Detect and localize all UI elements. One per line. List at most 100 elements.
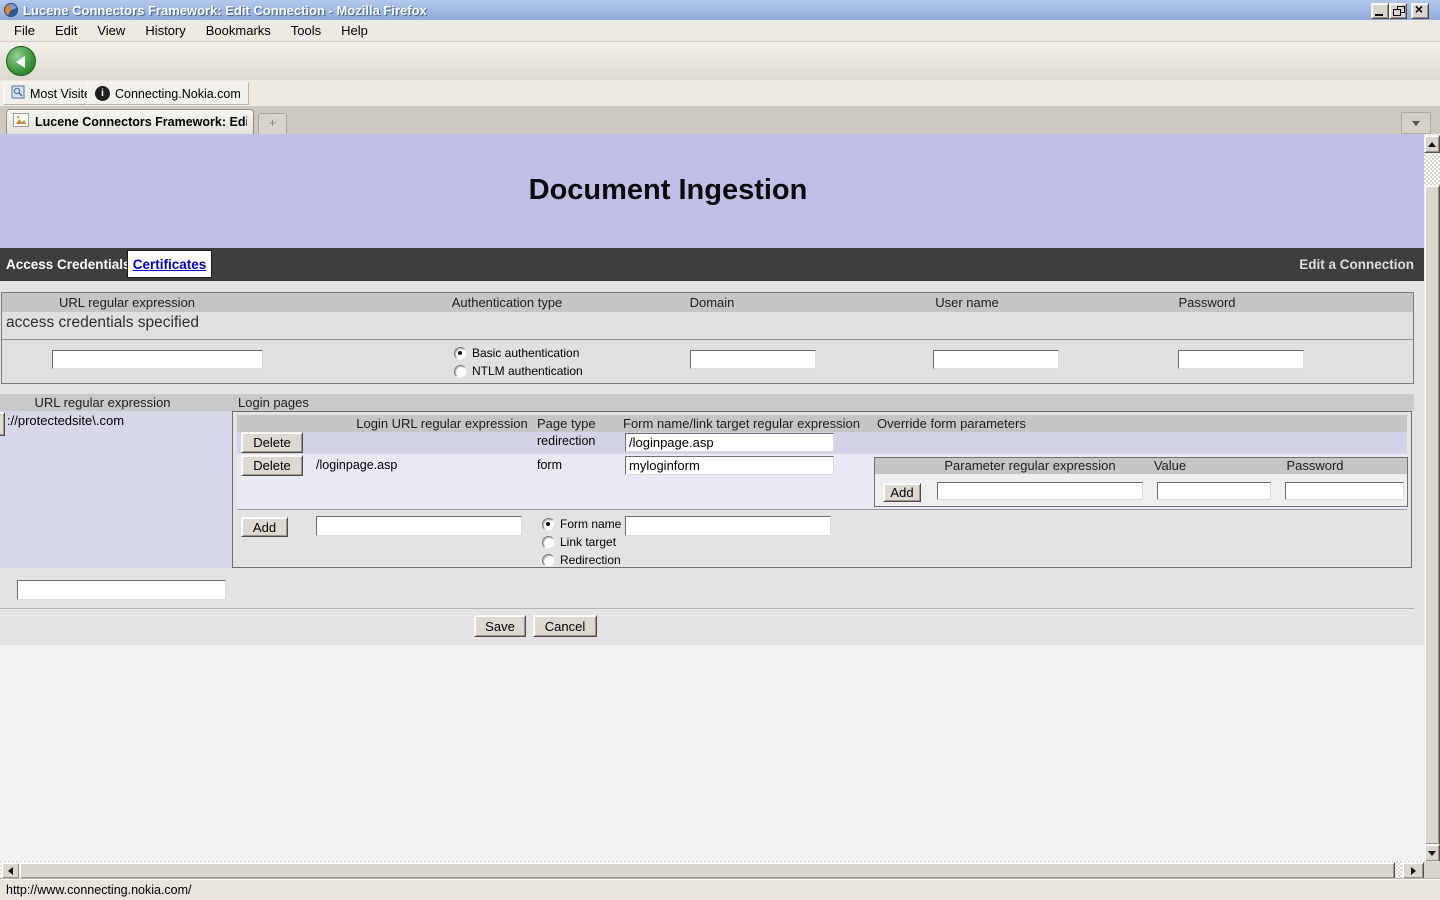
col-override-password: Password xyxy=(1265,458,1365,473)
auth-ntlm-option[interactable]: NTLM authentication xyxy=(454,362,583,380)
auth-type-radiogroup: Basic authentication NTLM authentication xyxy=(454,344,583,380)
browser-window: Lucene Connectors Framework: Edit Connec… xyxy=(0,0,1440,900)
menu-edit[interactable]: Edit xyxy=(45,21,87,40)
page-type-value: redirection xyxy=(537,434,595,448)
window-title: Lucene Connectors Framework: Edit Connec… xyxy=(23,3,427,18)
page-type-radiogroup: Form name Link target Redirection xyxy=(542,515,621,569)
tab-bar: Lucene Connectors Framework: Edit ... xyxy=(0,106,1440,135)
param-value-input[interactable] xyxy=(1157,482,1271,500)
radio-label: Form name xyxy=(560,517,621,531)
context-label: Edit a Connection xyxy=(1299,248,1414,281)
page-type-value: form xyxy=(537,458,562,472)
auth-basic-option[interactable]: Basic authentication xyxy=(454,344,583,362)
menu-view[interactable]: View xyxy=(87,21,135,40)
back-icon xyxy=(16,56,25,68)
arrow-down-icon xyxy=(1428,851,1436,856)
bookmark-label: Connecting.Nokia.com xyxy=(115,87,241,101)
login-row-redirection: Delete redirection xyxy=(237,432,1407,454)
scroll-down-button[interactable] xyxy=(1424,844,1440,862)
new-login-url-input[interactable] xyxy=(316,516,522,536)
col-user-name: User name xyxy=(882,295,1052,310)
target-regexp-input[interactable] xyxy=(625,433,834,452)
col-url-regexp: URL regular expression xyxy=(2,295,252,310)
tab-title: Lucene Connectors Framework: Edit ... xyxy=(35,115,247,129)
col-session-url-regexp: URL regular expression xyxy=(0,395,205,410)
radio-ntlm-auth[interactable] xyxy=(454,365,467,378)
col-param-regexp: Parameter regular expression xyxy=(895,458,1165,473)
scroll-right-button[interactable] xyxy=(1402,862,1424,879)
arrow-right-icon xyxy=(1411,867,1416,875)
menu-help[interactable]: Help xyxy=(331,21,378,40)
user-name-input[interactable] xyxy=(933,350,1059,369)
radio-link-target[interactable] xyxy=(542,536,555,549)
link-target-option[interactable]: Link target xyxy=(542,533,621,551)
bookmarks-toolbar: Most Visited i Connecting.Nokia.com xyxy=(0,80,1440,107)
col-override-params: Override form parameters xyxy=(877,416,1026,431)
status-bar: http://www.connecting.nokia.com/ xyxy=(0,878,1440,900)
session-header-row: URL regular expression Login pages xyxy=(0,394,1414,411)
new-target-regexp-input[interactable] xyxy=(625,516,831,536)
new-session-url-input[interactable] xyxy=(17,580,226,600)
login-url-value: /loginpage.asp xyxy=(316,458,397,472)
radio-basic-auth[interactable] xyxy=(454,347,467,360)
info-icon: i xyxy=(95,86,110,101)
tab-certificates[interactable]: Certificates xyxy=(127,250,212,278)
certificates-link[interactable]: Certificates xyxy=(133,257,207,272)
col-value: Value xyxy=(1130,458,1210,473)
close-button[interactable] xyxy=(1411,3,1429,19)
save-button[interactable]: Save xyxy=(474,615,526,637)
bookmark-connecting-nokia[interactable]: i Connecting.Nokia.com xyxy=(87,82,249,105)
menu-file[interactable]: File xyxy=(4,21,45,40)
page-tab-row: Access Credentials Certificates Edit a C… xyxy=(0,248,1424,281)
domain-input[interactable] xyxy=(690,350,816,369)
navigation-toolbar xyxy=(0,42,1440,80)
minimize-button[interactable] xyxy=(1371,3,1389,19)
credential-url-input[interactable] xyxy=(52,350,263,369)
radio-redirection[interactable] xyxy=(542,554,555,567)
chevron-down-icon xyxy=(1412,121,1420,126)
scrollbar-corner xyxy=(1424,861,1440,878)
delete-button[interactable]: Delete xyxy=(241,432,303,453)
radio-form-name[interactable] xyxy=(542,518,555,531)
horizontal-scrollbar[interactable] xyxy=(0,861,1424,878)
tab-favicon xyxy=(13,113,29,132)
vertical-scroll-thumb[interactable] xyxy=(1424,185,1440,845)
session-url-cell: ://protectedsite\.com xyxy=(0,411,232,568)
login-add-row: Add Form name Link target Redirection xyxy=(237,509,1407,565)
override-params-table: Parameter regular expression Value Passw… xyxy=(874,457,1408,507)
credentials-header-row: URL regular expression Authentication ty… xyxy=(2,293,1413,312)
most-visited-icon xyxy=(11,85,25,102)
tab-access-credentials[interactable]: Access Credentials xyxy=(6,248,131,281)
menu-bookmarks[interactable]: Bookmarks xyxy=(196,21,281,40)
restore-button[interactable] xyxy=(1389,3,1407,19)
radio-label: Link target xyxy=(560,535,616,549)
scroll-up-button[interactable] xyxy=(1424,135,1440,153)
redirection-option[interactable]: Redirection xyxy=(542,551,621,569)
back-button[interactable] xyxy=(6,46,36,76)
new-tab-button[interactable] xyxy=(258,113,287,135)
menu-tools[interactable]: Tools xyxy=(281,21,331,40)
session-url-value: ://protectedsite\.com xyxy=(7,413,124,428)
add-login-page-button[interactable]: Add xyxy=(241,517,288,537)
vertical-scrollbar[interactable] xyxy=(1424,134,1440,861)
form-name-option[interactable]: Form name xyxy=(542,515,621,533)
password-input[interactable] xyxy=(1178,350,1304,369)
delete-button[interactable]: Delete xyxy=(241,455,303,476)
override-header-row: Parameter regular expression Value Passw… xyxy=(875,458,1407,474)
radio-label: Basic authentication xyxy=(472,346,579,360)
radio-label: Redirection xyxy=(560,553,621,567)
horizontal-scroll-thumb[interactable] xyxy=(19,862,1395,879)
target-regexp-input[interactable] xyxy=(625,456,834,475)
add-param-button[interactable]: Add xyxy=(883,483,921,502)
cancel-button[interactable]: Cancel xyxy=(533,615,597,637)
browser-tab[interactable]: Lucene Connectors Framework: Edit ... xyxy=(6,109,254,134)
param-regexp-input[interactable] xyxy=(937,482,1143,500)
tab-list-button[interactable] xyxy=(1401,112,1431,134)
col-password: Password xyxy=(1122,295,1292,310)
param-password-input[interactable] xyxy=(1285,482,1404,500)
menu-history[interactable]: History xyxy=(135,21,195,40)
scroll-left-button[interactable] xyxy=(1,862,20,879)
login-row-form: Delete /loginpage.asp form Parameter reg… xyxy=(237,454,1407,509)
login-pages-box: Login URL regular expression Page type F… xyxy=(232,411,1412,568)
delete-button-fragment[interactable] xyxy=(0,412,5,436)
